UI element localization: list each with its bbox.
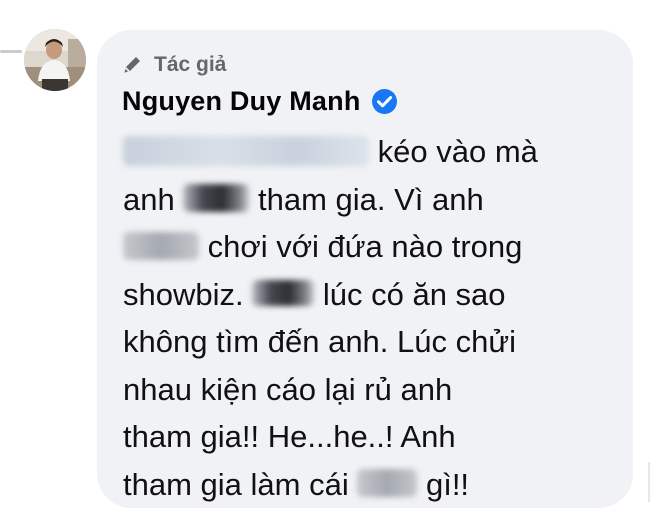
author-badge: Tác giả <box>120 52 226 78</box>
redacted-text <box>357 469 418 498</box>
comment-line: showbiz. lúc có ăn sao <box>123 271 613 319</box>
comment-line-text: nhau kiện cáo lại rủ anh <box>123 371 453 407</box>
comment-line-text: lúc có ăn sao <box>322 276 506 312</box>
comment-line-text: showbiz. <box>123 276 244 312</box>
comment-line-text: tham gia. Vì anh <box>257 181 484 217</box>
comment-line: kéo vào mà <box>123 128 613 176</box>
comment-line-text: kéo vào mà <box>377 134 538 169</box>
comment-line: chơi với đứa nào trong <box>123 223 613 271</box>
redacted-text <box>252 280 315 307</box>
redacted-text <box>123 135 369 166</box>
comment-line-text: tham gia!! He...he..! Anh <box>123 419 456 454</box>
redacted-text <box>123 231 199 260</box>
comment-line-text: không tìm đến anh. Lúc chửi <box>123 324 516 359</box>
reply-thread-line <box>0 50 22 53</box>
avatar[interactable] <box>24 29 86 91</box>
author-name-row[interactable]: Nguyen Duy Manh <box>122 84 398 118</box>
comment-line: tham gia!! He...he..! Anh <box>123 413 613 461</box>
pencil-icon <box>120 53 144 77</box>
comment-line: anh tham gia. Vì anh <box>123 176 613 224</box>
comment-line: nhau kiện cáo lại rủ anh <box>123 366 613 414</box>
edge-artifact <box>648 462 650 502</box>
author-name[interactable]: Nguyen Duy Manh <box>122 86 361 117</box>
redacted-text <box>183 184 250 213</box>
comment-line: tham gia làm cái gì!! <box>123 461 613 509</box>
comment-line-text: gì!! <box>425 466 470 502</box>
verified-badge-icon <box>371 88 398 115</box>
comment-line-text: chơi với đứa nào trong <box>207 229 523 264</box>
comment-screenshot: Tác giả Nguyen Duy Manh kéo vào mà anh t… <box>0 0 660 515</box>
comment-line-text: tham gia làm cái <box>123 466 349 502</box>
comment-text: kéo vào mà anh tham gia. Vì anh chơi với… <box>123 128 613 508</box>
comment-line-text: anh <box>123 181 175 217</box>
avatar-photo <box>24 29 86 91</box>
author-badge-label: Tác giả <box>154 53 227 76</box>
comment-line: không tìm đến anh. Lúc chửi <box>123 318 613 366</box>
